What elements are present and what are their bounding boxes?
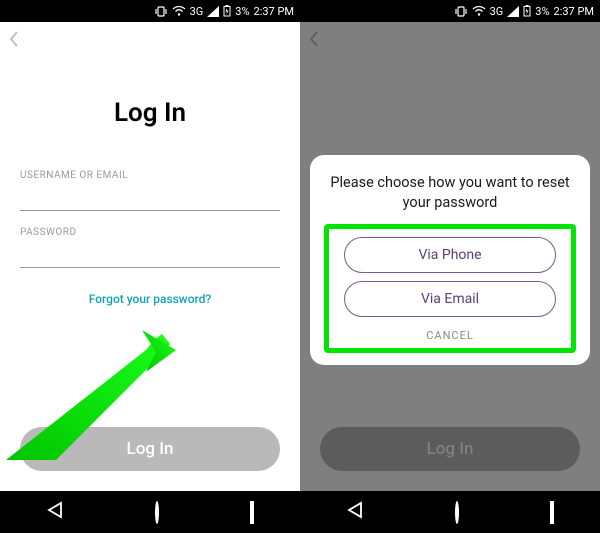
modal-prompt: Please choose how you want to reset your… xyxy=(324,173,576,212)
password-label: PASSWORD xyxy=(20,227,280,238)
login-content: Log In USERNAME OR EMAIL PASSWORD Forgot… xyxy=(0,22,300,491)
wifi-icon xyxy=(172,6,186,17)
network-label: 3G xyxy=(490,5,504,18)
vibrate-icon xyxy=(154,6,168,17)
screenshot-left: 3G 3% 2:37 PM Log In USERNAME OR EMAIL P… xyxy=(0,0,300,533)
page-title: Log In xyxy=(0,98,300,128)
status-bar: 3G 3% 2:37 PM xyxy=(300,0,600,22)
cancel-button[interactable]: CANCEL xyxy=(426,329,474,342)
android-navbar xyxy=(300,491,600,533)
nav-recent-icon[interactable] xyxy=(550,503,554,522)
wifi-icon xyxy=(472,6,486,17)
username-label: USERNAME OR EMAIL xyxy=(20,170,280,181)
login-button[interactable]: Log In xyxy=(20,427,280,471)
battery-text: 3% xyxy=(535,5,549,18)
reset-via-phone-label: Via Phone xyxy=(418,247,481,263)
annotation-highlight-box: Via Phone Via Email CANCEL xyxy=(324,224,576,353)
reset-via-email-label: Via Email xyxy=(421,291,479,307)
battery-icon xyxy=(223,5,231,17)
username-input[interactable] xyxy=(20,183,280,211)
login-button-label: Log In xyxy=(127,439,174,459)
nav-home-icon[interactable] xyxy=(455,503,459,522)
reset-via-email-button[interactable]: Via Email xyxy=(344,281,556,317)
battery-icon xyxy=(523,5,531,17)
status-bar: 3G 3% 2:37 PM xyxy=(0,0,300,22)
forgot-password-link[interactable]: Forgot your password? xyxy=(0,292,300,306)
reset-password-modal: Please choose how you want to reset your… xyxy=(310,155,590,365)
signal-icon xyxy=(207,6,219,17)
nav-home-icon[interactable] xyxy=(155,503,159,522)
android-navbar xyxy=(0,491,300,533)
reset-via-phone-button[interactable]: Via Phone xyxy=(344,237,556,273)
back-icon[interactable] xyxy=(8,30,20,53)
battery-text: 3% xyxy=(235,5,249,18)
nav-back-icon[interactable] xyxy=(346,501,364,523)
nav-recent-icon[interactable] xyxy=(250,503,254,522)
vibrate-icon xyxy=(454,6,468,17)
clock-text: 2:37 PM xyxy=(254,5,294,18)
network-label: 3G xyxy=(190,5,204,18)
nav-back-icon[interactable] xyxy=(46,501,64,523)
screenshot-right: 3G 3% 2:37 PM Log In Please choose how y… xyxy=(300,0,600,533)
signal-icon xyxy=(507,6,519,17)
password-input[interactable] xyxy=(20,240,280,268)
clock-text: 2:37 PM xyxy=(554,5,594,18)
